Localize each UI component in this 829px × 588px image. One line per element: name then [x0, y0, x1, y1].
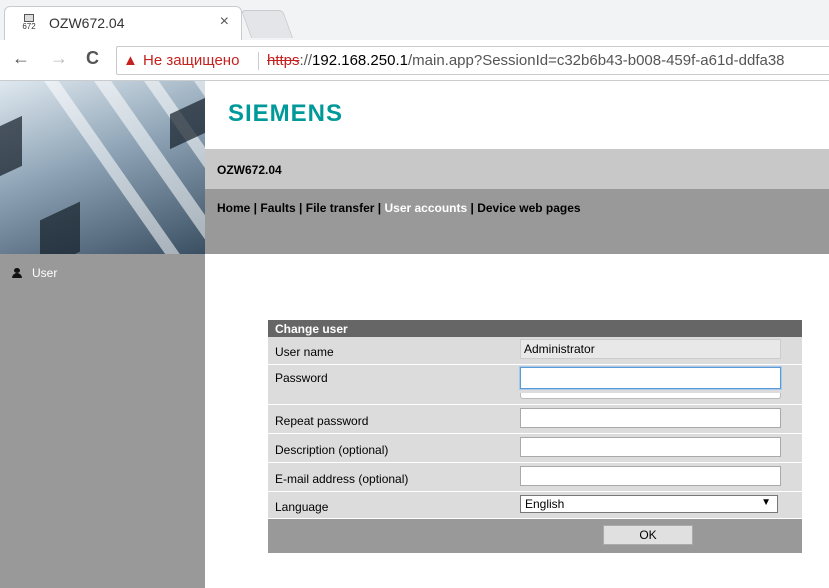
form-row-language: Language English ▼ — [268, 492, 802, 519]
user-name-label: User name — [275, 345, 334, 359]
sidebar: User — [0, 254, 205, 588]
device-name: OZW672.04 — [217, 163, 282, 177]
menu-separator: | — [295, 201, 306, 215]
browser-tab[interactable]: 672 OZW672.04 × — [4, 6, 242, 40]
menu-separator: | — [467, 201, 478, 215]
menu-device-web-pages[interactable]: Device web pages — [477, 201, 580, 215]
siemens-logo: SIEMENS — [228, 100, 344, 127]
dropdown-arrow-icon: ▼ — [761, 497, 771, 508]
tab-title: OZW672.04 — [49, 15, 125, 31]
page: User SIEMENS OZW672.04 Home | Faults | F… — [0, 81, 829, 588]
description-field[interactable] — [520, 437, 781, 457]
repeat-password-field[interactable] — [520, 408, 781, 428]
change-user-form: Change user User name Password Repeat pa… — [268, 320, 802, 553]
language-label: Language — [275, 500, 329, 514]
language-selected-value: English — [525, 497, 565, 511]
sidebar-item-label: User — [32, 266, 58, 280]
password-label: Password — [275, 371, 328, 385]
header-banner-image — [0, 81, 205, 254]
ok-button[interactable]: OK — [603, 525, 693, 545]
form-row-user-name: User name — [268, 337, 802, 365]
form-footer: OK — [268, 519, 802, 553]
email-label: E-mail address (optional) — [275, 472, 409, 486]
back-icon[interactable]: ← — [12, 48, 30, 69]
device-bar: OZW672.04 — [205, 149, 829, 189]
tab-close-icon[interactable]: × — [220, 13, 229, 31]
browser-toolbar: ← → C ▲ Не защищено https://192.168.250.… — [0, 40, 829, 81]
forward-icon[interactable]: → — [50, 48, 68, 69]
browser-tab-bar: 672 OZW672.04 × — [0, 0, 829, 40]
menu-separator: | — [374, 201, 385, 215]
menu-separator: | — [250, 201, 261, 215]
menu-home[interactable]: Home — [217, 201, 250, 215]
form-row-password: Password — [268, 365, 802, 405]
logo-area: SIEMENS — [205, 81, 829, 149]
email-field[interactable] — [520, 466, 781, 486]
form-row-repeat-password: Repeat password — [268, 405, 802, 434]
url-text[interactable]: https://192.168.250.1/main.app?SessionId… — [267, 52, 785, 69]
description-label: Description (optional) — [275, 443, 389, 457]
form-row-email: E-mail address (optional) — [268, 463, 802, 492]
favicon-icon: 672 — [19, 14, 39, 34]
repeat-password-label: Repeat password — [275, 414, 369, 428]
menu-user-accounts[interactable]: User accounts — [384, 201, 467, 215]
sidebar-item-user[interactable]: User — [12, 266, 57, 280]
url-scheme-separator: :// — [299, 52, 313, 69]
language-select[interactable]: English ▼ — [520, 495, 778, 513]
form-title: Change user — [268, 320, 802, 337]
user-icon — [12, 268, 22, 278]
address-bar[interactable]: ▲ Не защищено https://192.168.250.1/main… — [116, 46, 829, 75]
form-row-description: Description (optional) — [268, 434, 802, 463]
user-name-field — [520, 339, 781, 359]
security-warning[interactable]: Не защищено — [143, 52, 239, 69]
menu-file-transfer[interactable]: File transfer — [306, 201, 375, 215]
password-strength-bar — [520, 393, 781, 399]
main-menu-bar: Home | Faults | File transfer | User acc… — [205, 189, 829, 254]
address-separator — [258, 52, 259, 70]
main-menu: Home | Faults | File transfer | User acc… — [217, 201, 581, 215]
new-tab-button[interactable] — [240, 10, 294, 38]
password-field[interactable] — [520, 367, 781, 389]
url-host: 192.168.250.1 — [312, 52, 408, 69]
url-path: /main.app?SessionId=c32b6b43-b008-459f-a… — [407, 52, 785, 69]
warning-icon[interactable]: ▲ — [123, 52, 138, 69]
reload-icon[interactable]: C — [86, 48, 99, 69]
menu-faults[interactable]: Faults — [260, 201, 295, 215]
url-scheme: https — [267, 52, 300, 69]
